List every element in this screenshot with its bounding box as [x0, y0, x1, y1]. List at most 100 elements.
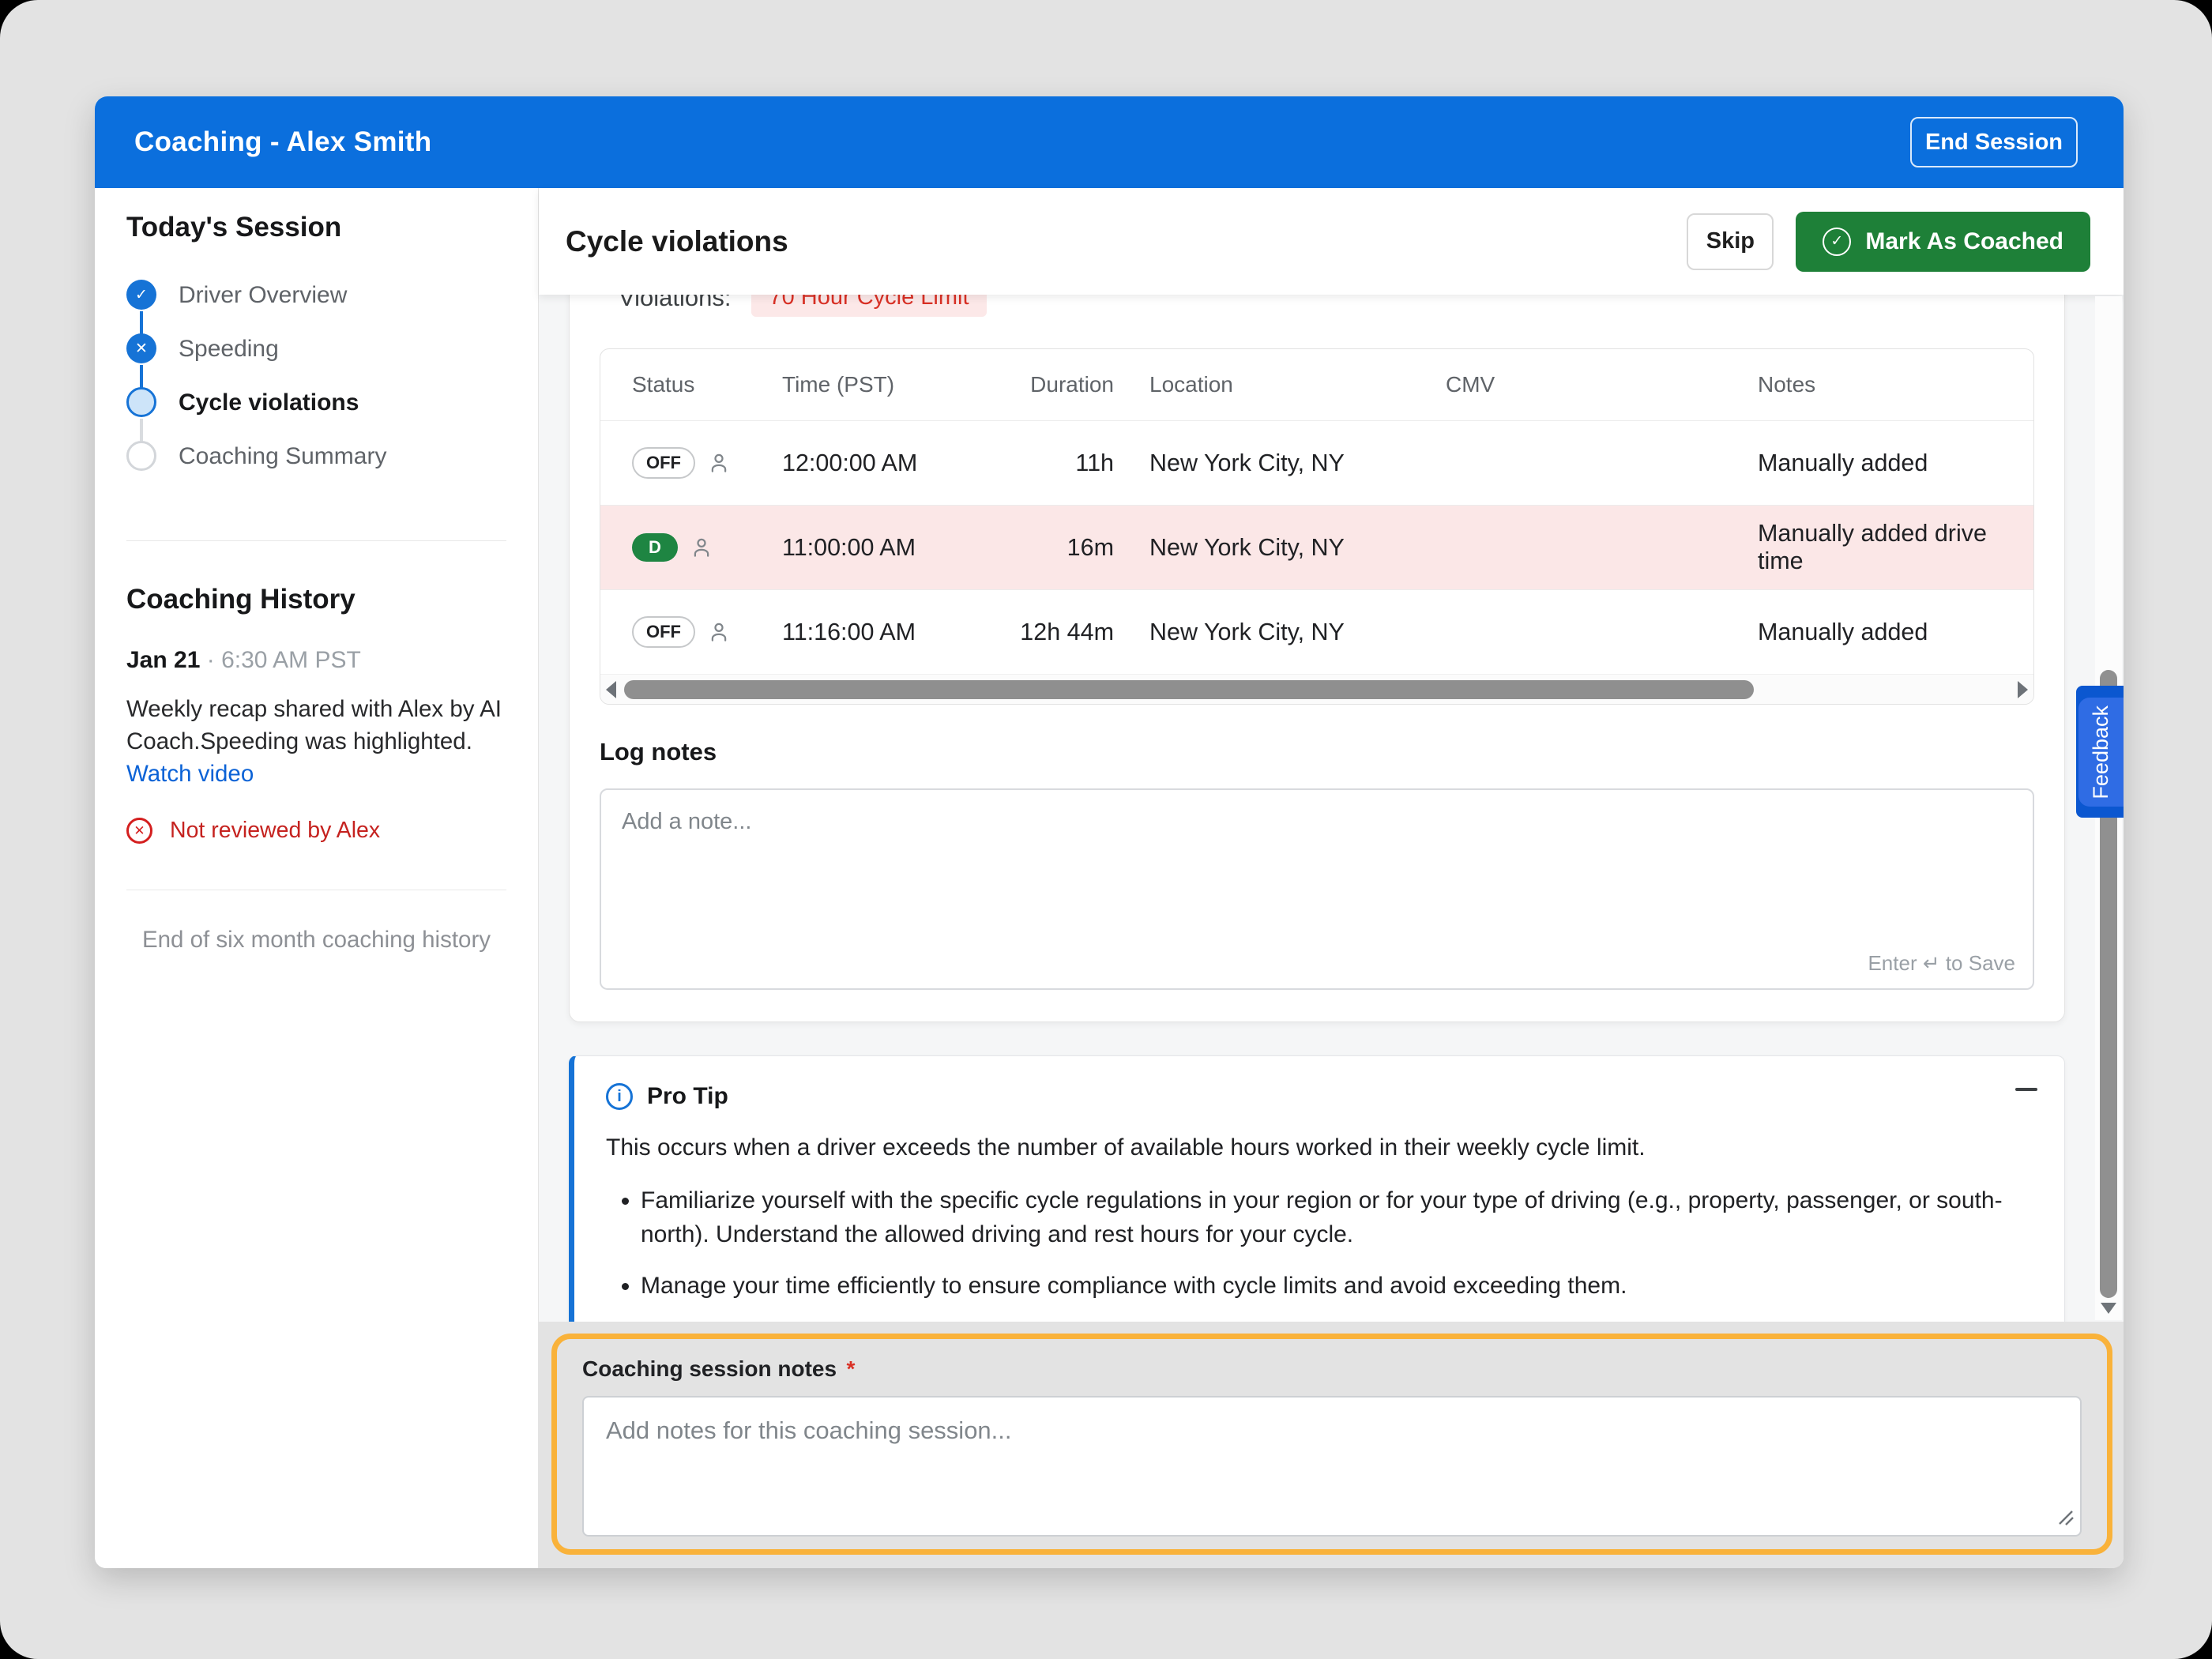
window-title: Coaching - Alex Smith [134, 126, 431, 158]
log-notes-heading: Log notes [600, 738, 2034, 766]
duration-cell: 11h [1019, 450, 1114, 477]
driver-person-icon [707, 620, 731, 644]
history-entry-meta: Jan 21 · 6:30 AM PST [126, 647, 506, 674]
step-label: Coaching Summary [179, 441, 386, 470]
step-cycle-violations[interactable]: Cycle violations [126, 387, 506, 441]
skip-button[interactable]: Skip [1687, 213, 1774, 270]
table-row-violation[interactable]: D 11:00:00 AM 16m New York City, NY Manu… [600, 505, 2033, 589]
col-location: Location [1114, 372, 1446, 397]
check-circle-icon: ✓ [1823, 228, 1851, 256]
not-reviewed-x-icon: ✕ [126, 818, 152, 844]
mark-as-coached-button[interactable]: ✓ Mark As Coached [1796, 212, 2090, 272]
window-body: Today's Session ✓ Driver Overview ✕ Spee… [95, 188, 2124, 1568]
pro-tip-bullet: Familiarize yourself with the specific c… [641, 1183, 2030, 1251]
step-failed-x-icon: ✕ [126, 333, 156, 363]
status-drive-badge: D [632, 533, 678, 562]
page-background: Coaching - Alex Smith End Session Today'… [0, 0, 2212, 1659]
status-off-badge: OFF [632, 447, 695, 479]
violations-label: Violations: [619, 295, 731, 312]
header-actions: Skip ✓ Mark As Coached [1687, 212, 2090, 272]
log-notes-field-wrap: Enter ↵ to Save [600, 788, 2034, 990]
history-separator: · [207, 647, 215, 673]
history-date: Jan 21 [126, 647, 200, 673]
step-speeding[interactable]: ✕ Speeding [126, 333, 506, 387]
scroll-right-arrow-icon[interactable] [2018, 681, 2028, 698]
sidebar: Today's Session ✓ Driver Overview ✕ Spee… [95, 188, 539, 1568]
col-status: Status [632, 372, 782, 397]
todays-session-heading: Today's Session [126, 212, 506, 243]
table-header-row: Status Time (PST) Duration Location CMV … [600, 349, 2033, 420]
notes-cell: Manually added drive time [1758, 520, 2033, 575]
scroll-left-arrow-icon[interactable] [606, 681, 616, 698]
history-review-status: ✕ Not reviewed by Alex [126, 818, 506, 844]
end-of-history-label: End of six month coaching history [126, 927, 506, 954]
table-row[interactable]: OFF 12:00:00 AM 11h New York City, NY Ma… [600, 420, 2033, 505]
notes-cell: Manually added [1758, 450, 2033, 477]
session-notes-field-wrap [582, 1396, 2082, 1537]
session-notes-highlight-box: Coaching session notes * [551, 1334, 2112, 1555]
step-driver-overview[interactable]: ✓ Driver Overview [126, 280, 506, 333]
pro-tip-list: Familiarize yourself with the specific c… [614, 1183, 2030, 1303]
step-connector [140, 311, 143, 335]
violations-row: Violations: 70 Hour Cycle Limit [619, 295, 2064, 317]
status-cell: D [632, 533, 782, 562]
pro-tip-card: i Pro Tip This occurs when a driver exce… [569, 1055, 2065, 1322]
session-notes-label: Coaching session notes [582, 1356, 837, 1381]
main-header: Cycle violations Skip ✓ Mark As Coached [539, 188, 2124, 295]
step-connector [140, 419, 143, 442]
feedback-tab-label: Feedback [2089, 705, 2113, 799]
scroll-down-arrow-icon[interactable] [2101, 1303, 2116, 1314]
coaching-history-heading: Coaching History [126, 584, 506, 615]
titlebar: Coaching - Alex Smith End Session [95, 96, 2124, 188]
violation-type-badge: 70 Hour Cycle Limit [751, 295, 986, 317]
main-panel: Cycle violations Skip ✓ Mark As Coached … [539, 188, 2124, 1568]
time-cell: 12:00:00 AM [782, 450, 1019, 477]
notes-cell: Manually added [1758, 619, 2033, 646]
sidebar-divider [126, 540, 506, 541]
pro-tip-bullet: Manage your time efficiently to ensure c… [641, 1269, 2030, 1303]
driver-person-icon [707, 451, 731, 475]
feedback-tab[interactable]: Feedback [2078, 698, 2124, 807]
session-notes-label-row: Coaching session notes * [582, 1356, 2082, 1382]
end-session-button[interactable]: End Session [1910, 117, 2078, 167]
duration-cell: 12h 44m [1019, 619, 1114, 646]
pro-tip-header: i Pro Tip [606, 1083, 2030, 1110]
session-notes-strip: Coaching session notes * [539, 1322, 2124, 1568]
step-completed-check-icon: ✓ [126, 280, 156, 310]
info-icon: i [606, 1083, 633, 1110]
collapse-minus-icon[interactable] [2015, 1088, 2037, 1091]
watch-video-link[interactable]: Watch video [126, 761, 254, 788]
step-connector [140, 365, 143, 389]
time-cell: 11:00:00 AM [782, 534, 1019, 562]
step-coaching-summary[interactable]: Coaching Summary [126, 441, 506, 495]
horizontal-scroll-thumb[interactable] [624, 680, 1754, 699]
status-cell: OFF [632, 616, 782, 648]
col-time: Time (PST) [782, 372, 1019, 397]
session-stepper: ✓ Driver Overview ✕ Speeding Cycle viola… [126, 280, 506, 495]
violations-card: Violations: 70 Hour Cycle Limit Status T… [569, 295, 2065, 1022]
driver-person-icon [690, 536, 713, 559]
mark-as-coached-label: Mark As Coached [1865, 228, 2063, 255]
history-summary: Weekly recap shared with Alex by AI Coac… [126, 693, 506, 758]
not-reviewed-label: Not reviewed by Alex [170, 818, 380, 844]
table-horizontal-scrollbar[interactable] [600, 674, 2033, 704]
pro-tip-intro: This occurs when a driver exceeds the nu… [606, 1130, 2030, 1164]
required-asterisk: * [847, 1356, 856, 1381]
step-current-icon [126, 387, 156, 417]
col-cmv: CMV [1446, 372, 1758, 397]
status-off-badge: OFF [632, 616, 695, 648]
coaching-window: Coaching - Alex Smith End Session Today'… [95, 96, 2124, 1568]
step-label: Cycle violations [179, 387, 359, 416]
pro-tip-title: Pro Tip [647, 1083, 728, 1110]
status-cell: OFF [632, 447, 782, 479]
location-cell: New York City, NY [1114, 450, 1446, 477]
step-upcoming-icon [126, 441, 156, 471]
table-row[interactable]: OFF 11:16:00 AM 12h 44m New York City, N… [600, 589, 2033, 674]
col-duration: Duration [1019, 372, 1114, 397]
scroll-viewport: Violations: 70 Hour Cycle Limit Status T… [539, 295, 2124, 1322]
page-title: Cycle violations [566, 225, 788, 258]
log-notes-input[interactable] [601, 790, 2033, 988]
step-label: Driver Overview [179, 280, 347, 309]
history-time: 6:30 AM PST [221, 647, 361, 673]
session-notes-input[interactable] [584, 1398, 2080, 1535]
